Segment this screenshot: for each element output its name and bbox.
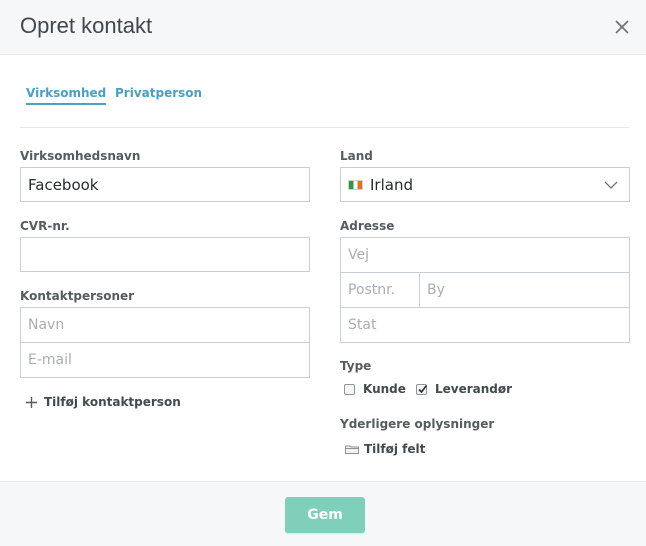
kunde-checkbox[interactable] bbox=[344, 383, 355, 395]
street-input[interactable]: Vej bbox=[340, 237, 630, 273]
state-placeholder: Stat bbox=[348, 317, 377, 333]
folder-icon bbox=[345, 445, 359, 454]
city-input[interactable]: By bbox=[419, 272, 630, 308]
cvr-label: CVR-nr. bbox=[20, 219, 70, 233]
country-select[interactable]: Irland bbox=[340, 167, 630, 202]
dialog-header: Opret kontakt bbox=[0, 0, 646, 55]
company-name-input[interactable]: Facebook bbox=[20, 167, 310, 202]
tab-virksomhed[interactable]: Virksomhed bbox=[26, 86, 107, 105]
add-field-label: Tilføj felt bbox=[364, 442, 426, 456]
city-placeholder: By bbox=[427, 282, 445, 298]
plus-icon bbox=[26, 396, 37, 408]
add-field-button[interactable]: Tilføj felt bbox=[345, 442, 425, 456]
state-input[interactable]: Stat bbox=[340, 307, 630, 343]
contact-email-placeholder: E-mail bbox=[28, 352, 72, 368]
add-contact-person-label: Tilføj kontaktperson bbox=[44, 395, 181, 409]
close-icon[interactable] bbox=[612, 17, 632, 37]
contact-email-input[interactable]: E-mail bbox=[20, 342, 310, 378]
kunde-label: Kunde bbox=[363, 382, 406, 396]
checkmark-icon bbox=[418, 384, 428, 393]
tab-privatperson[interactable]: Privatperson bbox=[115, 86, 202, 100]
country-value: Irland bbox=[370, 175, 413, 194]
add-contact-person-button[interactable]: Tilføj kontaktperson bbox=[25, 395, 181, 409]
street-placeholder: Vej bbox=[348, 247, 369, 263]
cvr-input[interactable] bbox=[20, 237, 310, 272]
country-label: Land bbox=[340, 149, 373, 163]
type-option-kunde[interactable]: Kunde bbox=[344, 382, 406, 396]
dialog-title: Opret kontakt bbox=[20, 13, 153, 38]
chevron-down-icon bbox=[604, 181, 618, 189]
zip-placeholder: Postnr. bbox=[348, 282, 396, 298]
leverandor-checkbox[interactable] bbox=[416, 383, 428, 395]
type-option-leverandor[interactable]: Leverandør bbox=[416, 382, 512, 396]
zip-input[interactable]: Postnr. bbox=[340, 272, 420, 308]
leverandor-label: Leverandør bbox=[435, 382, 513, 396]
divider bbox=[20, 127, 629, 128]
ireland-flag-icon bbox=[348, 179, 363, 190]
company-name-value: Facebook bbox=[28, 175, 99, 194]
contacts-label: Kontaktpersoner bbox=[20, 289, 135, 303]
address-label: Adresse bbox=[340, 219, 395, 233]
contact-name-placeholder: Navn bbox=[28, 317, 65, 333]
company-name-label: Virksomhedsnavn bbox=[20, 149, 141, 163]
type-label: Type bbox=[340, 359, 372, 373]
extra-info-label: Yderligere oplysninger bbox=[340, 417, 495, 431]
contact-name-input[interactable]: Navn bbox=[20, 307, 310, 343]
save-button[interactable]: Gem bbox=[285, 497, 365, 533]
